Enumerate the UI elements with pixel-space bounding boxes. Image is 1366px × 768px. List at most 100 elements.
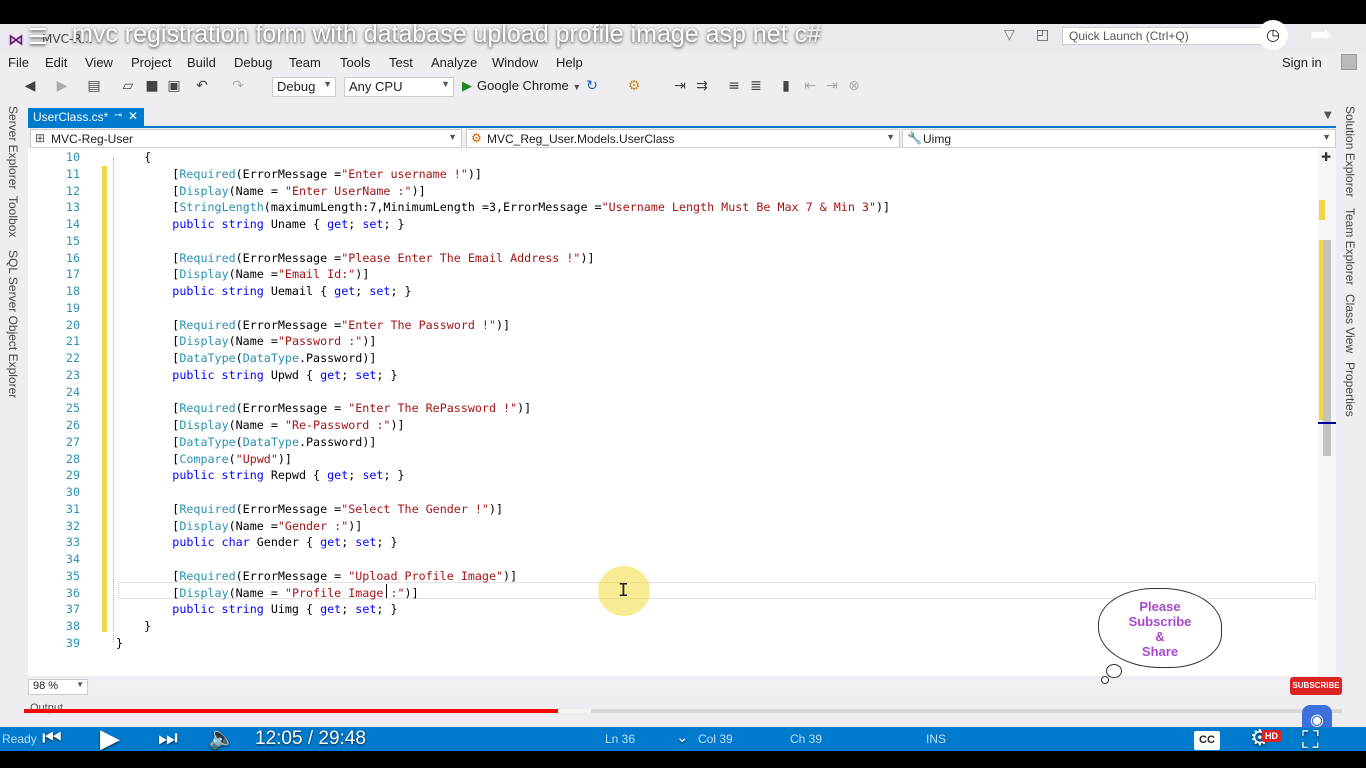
menu-window[interactable]: Window <box>492 55 538 70</box>
redo-icon[interactable]: ↷ <box>230 78 246 94</box>
code-line[interactable]: 32 [Display(Name ="Gender :")] <box>30 518 890 535</box>
open-file-icon[interactable]: ▱ <box>120 78 136 94</box>
solution-platform-dropdown[interactable]: Any CPU ▼ <box>344 77 454 97</box>
prev-bookmark-icon[interactable]: ⇤ <box>802 78 818 94</box>
left-tab-1[interactable]: Toolbox <box>6 196 20 237</box>
notification-filter-icon[interactable]: ▽ <box>1004 27 1015 43</box>
member-dropdown[interactable]: 🔧 Uimg ▼ <box>902 129 1336 148</box>
chevron-down-icon[interactable]: ⌄ <box>676 728 689 746</box>
code-line[interactable]: 38 } <box>30 618 890 635</box>
forward-icon[interactable]: ▶ <box>54 78 70 94</box>
new-project-icon[interactable]: ▤ <box>86 78 102 94</box>
split-window-icon[interactable]: ✚ <box>1321 150 1331 164</box>
next-video-icon[interactable]: ⏭ <box>158 726 178 751</box>
close-icon[interactable]: ✕ <box>128 109 138 123</box>
code-line[interactable]: 17 [Display(Name ="Email Id:")] <box>30 266 890 283</box>
menu-file[interactable]: File <box>8 55 29 70</box>
menu-build[interactable]: Build <box>187 55 216 70</box>
code-line[interactable]: 30 <box>30 484 890 501</box>
code-line[interactable]: 22 [DataType(DataType.Password)] <box>30 350 890 367</box>
code-line[interactable]: 13 [StringLength(maximumLength:7,Minimum… <box>30 199 890 216</box>
comment-icon[interactable]: ≡ <box>726 78 742 94</box>
left-tab-2[interactable]: SQL Server Object Explorer <box>6 250 20 398</box>
zoom-dropdown[interactable]: 98 % ▼ <box>28 679 88 695</box>
code-line[interactable]: 28 [Compare("Upwd")] <box>30 451 890 468</box>
code-token: [ <box>116 518 180 533</box>
left-tab-0[interactable]: Server Explorer <box>6 106 20 189</box>
code-line[interactable]: 31 [Required(ErrorMessage ="Select The G… <box>30 501 890 518</box>
save-icon[interactable]: ■ <box>144 78 160 94</box>
menu-project[interactable]: Project <box>131 55 171 70</box>
quick-launch-input[interactable]: Quick Launch (Ctrl+Q) <box>1062 27 1262 45</box>
uncomment-icon[interactable]: ≣ <box>748 78 764 94</box>
pin-icon[interactable]: ⊸ <box>114 110 122 121</box>
code-line[interactable]: 29 public string Repwd { get; set; } <box>30 467 890 484</box>
code-line[interactable]: 23 public string Upwd { get; set; } <box>30 367 890 384</box>
code-line[interactable]: 20 [Required(ErrorMessage ="Enter The Pa… <box>30 317 890 334</box>
code-line[interactable]: 24 <box>30 384 890 401</box>
menu-tools[interactable]: Tools <box>340 55 370 70</box>
code-line[interactable]: 10 { <box>30 149 890 166</box>
clear-bookmarks-icon[interactable]: ⊗ <box>846 78 862 94</box>
play-icon[interactable]: ▶ <box>100 724 120 754</box>
code-line[interactable]: 33 public char Gender { get; set; } <box>30 534 890 551</box>
watch-later-clock-icon[interactable]: ◷ <box>1258 20 1288 50</box>
share-arrow-icon[interactable]: ➦ <box>1310 20 1332 50</box>
code-line[interactable]: 35 [Required(ErrorMessage = "Upload Prof… <box>30 568 890 585</box>
fullscreen-exit-icon[interactable]: ⛶ <box>1302 726 1319 754</box>
code-line[interactable]: 14 public string Uname { get; set; } <box>30 216 890 233</box>
captions-button[interactable]: CC <box>1194 731 1220 750</box>
step-into-icon[interactable]: ⇥ <box>672 78 688 94</box>
code-text[interactable]: 10 {11 [Required(ErrorMessage ="Enter us… <box>30 149 890 652</box>
menu-debug[interactable]: Debug <box>234 55 272 70</box>
code-line[interactable]: 18 public string Uemail { get; set; } <box>30 283 890 300</box>
browser-link-icon[interactable]: ⚙ <box>626 78 642 94</box>
right-tab-0[interactable]: Solution Explorer <box>1343 106 1357 197</box>
line-number: 32 <box>65 518 80 533</box>
code-line[interactable]: 19 <box>30 300 890 317</box>
start-debugging-button[interactable]: ▶ Google Chrome ▼ <box>462 78 581 94</box>
type-dropdown[interactable]: ⚙ MVC_Reg_User.Models.UserClass ▼ <box>466 129 900 148</box>
right-tab-2[interactable]: Class View <box>1343 294 1357 353</box>
solution-configuration-dropdown[interactable]: Debug ▼ <box>272 77 336 97</box>
document-tab-userclass[interactable]: UserClass.cs* ⊸ ✕ <box>28 108 144 126</box>
project-dropdown[interactable]: ⊞ MVC-Reg-User ▼ <box>30 129 462 148</box>
volume-icon[interactable]: 🔈 <box>208 726 235 751</box>
code-line[interactable]: 39} <box>30 635 890 652</box>
undo-icon[interactable]: ↶ <box>194 78 210 94</box>
refresh-icon[interactable]: ↻ <box>584 78 600 94</box>
code-line[interactable]: 21 [Display(Name ="Password :")] <box>30 333 890 350</box>
back-icon[interactable]: ◀ <box>22 78 38 94</box>
code-line[interactable]: 11 [Required(ErrorMessage ="Enter userna… <box>30 166 890 183</box>
code-line[interactable]: 36 [Display(Name = "Profile Image :")] <box>30 585 890 602</box>
bookmark-icon[interactable]: ▮ <box>778 78 794 94</box>
subscribe-button[interactable]: SUBSCRIBE <box>1290 677 1342 695</box>
menu-edit[interactable]: Edit <box>45 55 67 70</box>
code-line[interactable]: 26 [Display(Name = "Re-Password :")] <box>30 417 890 434</box>
code-line[interactable]: 16 [Required(ErrorMessage ="Please Enter… <box>30 250 890 267</box>
code-line[interactable]: 15 <box>30 233 890 250</box>
sign-in-link[interactable]: Sign in <box>1282 55 1322 70</box>
code-line[interactable]: 25 [Required(ErrorMessage = "Enter The R… <box>30 400 890 417</box>
code-line[interactable]: 27 [DataType(DataType.Password)] <box>30 434 890 451</box>
menu-test[interactable]: Test <box>389 55 413 70</box>
playlist-menu-icon[interactable]: ☰ <box>28 25 48 50</box>
save-all-icon[interactable]: ▣ <box>166 78 182 94</box>
code-line[interactable]: 34 <box>30 551 890 568</box>
menu-analyze[interactable]: Analyze <box>431 55 477 70</box>
video-title[interactable]: mvc registration form with database uplo… <box>72 20 821 49</box>
tab-overflow-icon[interactable]: ▼ <box>1324 110 1332 121</box>
next-bookmark-icon[interactable]: ⇥ <box>824 78 840 94</box>
code-line[interactable]: 12 [Display(Name = "Enter UserName :")] <box>30 183 890 200</box>
horizontal-scrollbar[interactable] <box>92 680 1318 694</box>
code-line[interactable]: 37 public string Uimg { get; set; } <box>30 601 890 618</box>
right-tab-1[interactable]: Team Explorer <box>1343 208 1357 285</box>
menu-help[interactable]: Help <box>556 55 583 70</box>
previous-video-icon[interactable]: ⏮ <box>42 726 62 751</box>
menu-team[interactable]: Team <box>289 55 321 70</box>
feedback-icon[interactable]: ◰ <box>1036 27 1049 43</box>
right-tab-3[interactable]: Properties <box>1343 362 1357 417</box>
step-over-icon[interactable]: ⇉ <box>694 78 710 94</box>
menu-view[interactable]: View <box>85 55 113 70</box>
user-account-icon[interactable] <box>1341 54 1357 70</box>
